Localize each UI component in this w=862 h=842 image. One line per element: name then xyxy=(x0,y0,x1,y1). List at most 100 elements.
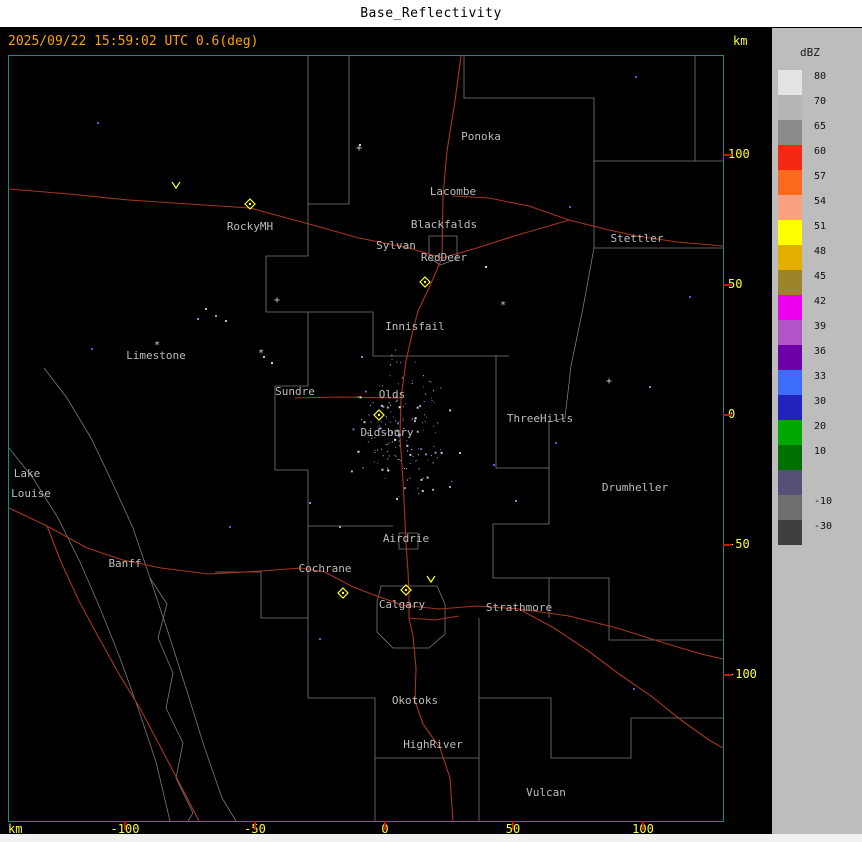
colorbar-row: -10 xyxy=(778,495,862,520)
echo-dot xyxy=(380,421,382,423)
city-label: Ponoka xyxy=(461,130,501,143)
colorbar-row: 60 xyxy=(778,145,862,170)
echo-dot xyxy=(398,440,400,442)
echo-dot xyxy=(418,468,420,470)
y-axis-unit-label: km xyxy=(733,34,748,48)
echo-dot xyxy=(363,421,366,424)
colorbar-value-label: 70 xyxy=(814,96,827,107)
map-symbol: * xyxy=(258,348,264,359)
echo-dot xyxy=(399,445,401,447)
colorbar-row: 45 xyxy=(778,270,862,295)
y-axis-tick-label: -100 xyxy=(728,667,757,681)
echo-dot xyxy=(434,451,437,454)
city-label: Innisfail xyxy=(385,320,445,333)
echo-dot xyxy=(405,468,407,470)
echo-dot xyxy=(402,417,404,419)
city-label: HighRiver xyxy=(403,738,463,751)
y-axis-tick xyxy=(723,674,732,676)
echo-dot xyxy=(397,383,399,385)
echo-dot xyxy=(385,423,387,425)
district-boundary xyxy=(479,697,723,759)
echo-dot xyxy=(407,450,409,452)
colorbar-swatch xyxy=(778,95,802,120)
echo-dot xyxy=(362,467,364,469)
echo-dot xyxy=(418,448,420,450)
echo-dot xyxy=(414,417,417,420)
echo-dot xyxy=(398,458,400,460)
highway-line xyxy=(452,195,724,247)
echo-dot xyxy=(459,452,461,454)
echo-dot xyxy=(390,411,392,413)
x-axis-tick xyxy=(384,821,386,830)
echo-dot xyxy=(433,401,435,403)
echo-dot xyxy=(388,402,390,404)
echo-dot xyxy=(429,380,431,382)
echo-dot xyxy=(409,453,412,456)
city-label: Olds xyxy=(379,388,406,401)
echo-dot xyxy=(387,458,389,460)
city-label: Cochrane xyxy=(299,562,352,575)
colorbar: 80 70 65 60 57 54 51 48 45 42 39 36 33 30 20 10 -10 -30 xyxy=(778,70,862,545)
echo-dot xyxy=(411,383,413,385)
x-axis-tick xyxy=(512,821,514,830)
city-label: Limestone xyxy=(126,349,186,362)
echo-dot xyxy=(369,405,371,407)
echo-dot xyxy=(382,455,384,457)
highway-line xyxy=(408,615,460,621)
echo-dot xyxy=(359,396,362,399)
colorbar-swatch xyxy=(778,370,802,395)
echo-dot xyxy=(385,443,387,445)
bottom-bar xyxy=(0,834,862,842)
echo-dot xyxy=(229,526,231,528)
echo-dot xyxy=(418,493,420,495)
echo-dot xyxy=(386,418,388,420)
echo-dot xyxy=(423,375,425,377)
district-boundary xyxy=(548,247,595,468)
radar-map[interactable]: *++*+*PonokaLacombeBlackfaldsSylvanRedDe… xyxy=(8,55,724,822)
echo-dot xyxy=(493,464,495,466)
echo-dot xyxy=(416,459,418,461)
colorbar-value-label: 54 xyxy=(814,196,827,207)
echo-dot xyxy=(391,441,393,443)
y-axis-tick-label: 0 xyxy=(728,407,762,421)
colorbar-value-label: 30 xyxy=(814,396,827,407)
echo-dot xyxy=(411,380,413,382)
echo-dot xyxy=(382,385,384,387)
echo-dot xyxy=(205,308,207,310)
colorbar-value-label: 45 xyxy=(814,271,827,282)
y-axis-tick xyxy=(723,154,732,156)
echo-dot xyxy=(361,419,363,421)
legend-title: dBZ xyxy=(800,46,820,59)
echo-dot xyxy=(367,441,369,443)
echo-dot xyxy=(635,76,637,78)
x-axis-tick xyxy=(254,821,256,830)
colorbar-swatch xyxy=(778,295,802,320)
echo-dot xyxy=(440,451,443,454)
echo-dot xyxy=(381,468,384,471)
echo-dot xyxy=(689,296,691,298)
echo-dot xyxy=(409,462,411,464)
echo-dot xyxy=(433,445,435,447)
district-boundary xyxy=(307,56,350,205)
district-boundary xyxy=(307,618,376,758)
vee-icon xyxy=(171,181,181,190)
colorbar-value-label: 57 xyxy=(814,171,827,182)
colorbar-row: 42 xyxy=(778,295,862,320)
colorbar-row xyxy=(778,470,862,495)
colorbar-swatch xyxy=(778,220,802,245)
city-label: RockyMH xyxy=(227,220,273,233)
colorbar-value-label: 36 xyxy=(814,346,827,357)
echo-dot xyxy=(388,455,390,457)
echo-dot xyxy=(449,409,452,412)
echo-dot xyxy=(432,462,434,464)
x-axis-tick xyxy=(642,821,644,830)
radar-display[interactable]: * + + * + * Ponoka Lacombe Blackfalds Sylvan RedDe… xyxy=(8,55,724,822)
echo-dot xyxy=(432,390,434,392)
echo-dot xyxy=(423,414,425,416)
echo-dot xyxy=(388,442,390,444)
echo-dot xyxy=(437,422,439,424)
echo-dot xyxy=(380,404,383,407)
echo-dot xyxy=(649,386,651,388)
colorbar-row: 70 xyxy=(778,95,862,120)
echo-dot xyxy=(377,449,379,451)
